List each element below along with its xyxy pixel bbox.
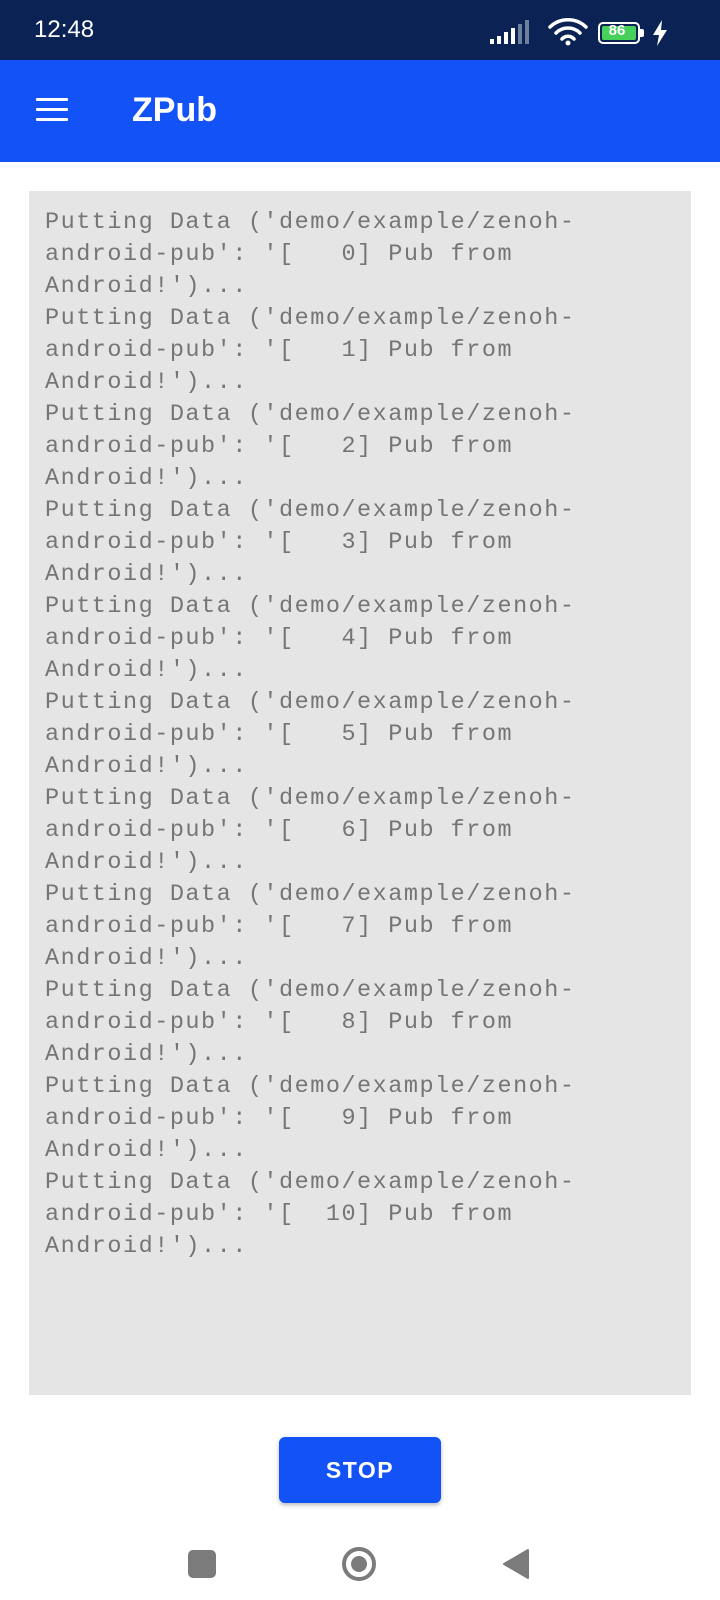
signal-icon [490, 20, 529, 44]
status-bar: 12:48 86 [0, 0, 720, 60]
log-output[interactable]: Putting Data ('demo/example/zenoh-androi… [29, 191, 691, 1395]
status-time: 12:48 [34, 16, 95, 43]
home-circle-icon[interactable] [340, 1545, 378, 1583]
log-line: Putting Data ('demo/example/zenoh-androi… [45, 689, 576, 780]
log-line: Putting Data ('demo/example/zenoh-androi… [45, 593, 576, 684]
log-line: Putting Data ('demo/example/zenoh-androi… [45, 1169, 576, 1260]
log-line: Putting Data ('demo/example/zenoh-androi… [45, 785, 576, 876]
log-line: Putting Data ('demo/example/zenoh-androi… [45, 209, 576, 300]
recents-square-icon[interactable] [188, 1550, 216, 1578]
status-icons: 86 [490, 18, 690, 48]
log-line: Putting Data ('demo/example/zenoh-androi… [45, 497, 576, 588]
battery-icon: 86 [598, 22, 646, 46]
log-line: Putting Data ('demo/example/zenoh-androi… [45, 1073, 576, 1164]
log-line: Putting Data ('demo/example/zenoh-androi… [45, 881, 576, 972]
battery-level: 86 [608, 22, 626, 39]
log-text: Putting Data ('demo/example/zenoh-androi… [45, 207, 677, 1263]
navigation-bar [0, 1520, 720, 1600]
app-title: ZPub [132, 91, 217, 129]
menu-icon[interactable] [36, 96, 68, 124]
log-line: Putting Data ('demo/example/zenoh-androi… [45, 977, 576, 1068]
charging-icon [653, 20, 667, 46]
log-line: Putting Data ('demo/example/zenoh-androi… [45, 401, 576, 492]
app-bar: ZPub [0, 60, 720, 162]
wifi-icon [548, 18, 588, 46]
log-line: Putting Data ('demo/example/zenoh-androi… [45, 305, 576, 396]
back-triangle-icon[interactable] [502, 1548, 530, 1580]
stop-button[interactable]: STOP [279, 1437, 441, 1503]
